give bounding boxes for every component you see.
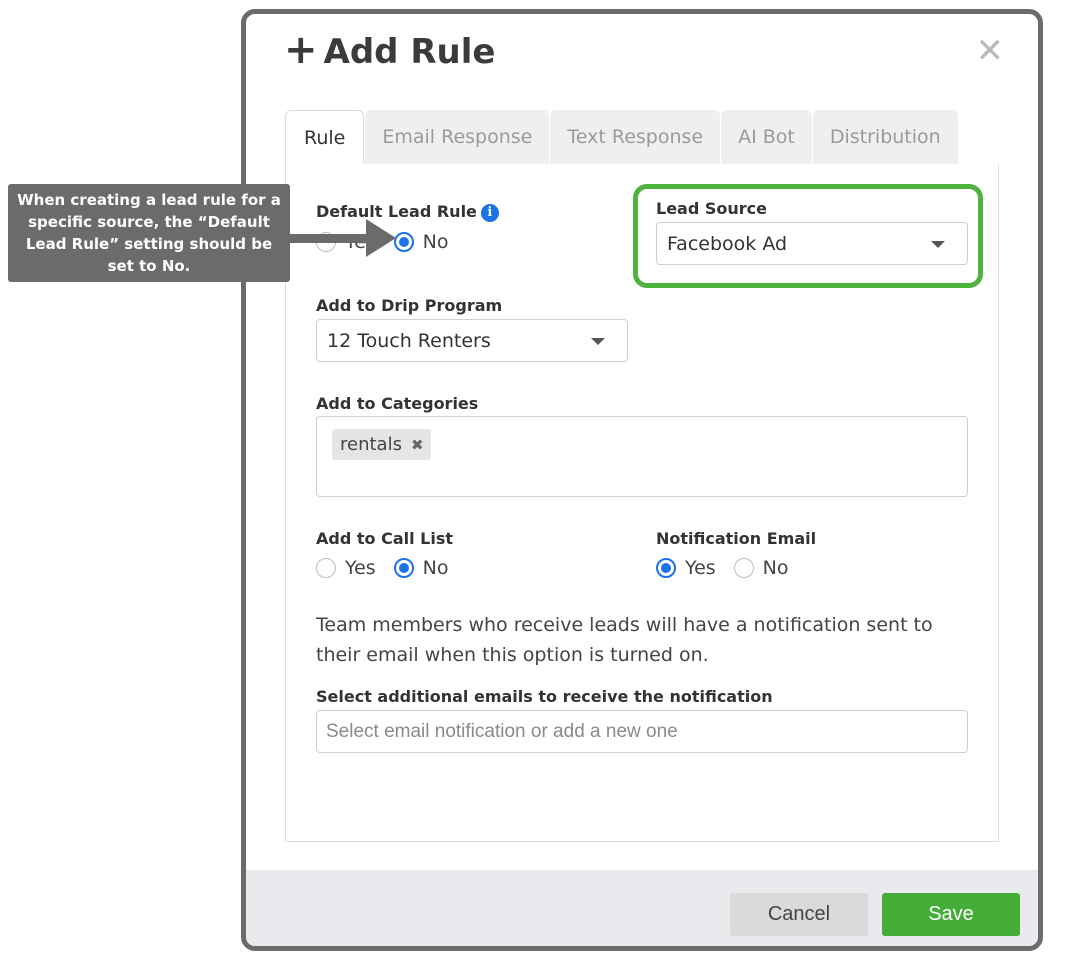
- radio-button[interactable]: [316, 558, 336, 578]
- drip-program-value: 12 Touch Renters: [327, 329, 491, 352]
- call-list-label: Add to Call List: [316, 529, 453, 548]
- info-icon[interactable]: i: [480, 204, 499, 222]
- drip-program-select[interactable]: 12 Touch Renters: [316, 319, 628, 362]
- tab-ai-bot[interactable]: AI Bot: [721, 110, 812, 164]
- modal-footer: Cancel Save: [246, 870, 1038, 946]
- tab-email-response[interactable]: Email Response: [365, 110, 550, 164]
- notification-email-no[interactable]: No: [733, 557, 789, 579]
- annotation-arrow-shaft: [290, 234, 370, 243]
- radio-label: No: [762, 557, 789, 579]
- tab-bar: Rule Email Response Text Response AI Bot…: [285, 110, 959, 164]
- category-chip-label: rentals: [340, 434, 402, 455]
- additional-emails-label: Select additional emails to receive the …: [316, 687, 773, 706]
- plus-icon: +: [284, 27, 318, 73]
- tab-text-response[interactable]: Text Response: [550, 110, 721, 164]
- notification-email-radio-group: Yes No: [656, 557, 807, 579]
- call-list-no[interactable]: No: [393, 557, 449, 579]
- default-lead-rule-label-text: Default Lead Rule: [316, 202, 477, 221]
- add-rule-modal: + Add Rule ✕ Rule Email Response Text Re…: [241, 9, 1043, 951]
- notification-description: Team members who receive leads will have…: [316, 614, 933, 666]
- lead-source-value: Facebook Ad: [667, 232, 788, 255]
- radio-label: No: [422, 557, 449, 579]
- call-list-yes[interactable]: Yes: [316, 557, 376, 579]
- category-chip: rentals ✖: [332, 429, 431, 460]
- modal-title: + Add Rule: [284, 27, 496, 73]
- close-icon[interactable]: ✕: [976, 34, 1005, 68]
- call-list-radio-group: Yes No: [316, 557, 467, 579]
- categories-label: Add to Categories: [316, 394, 479, 413]
- tab-rule[interactable]: Rule: [285, 110, 365, 164]
- arrow-right-icon: [366, 219, 396, 257]
- radio-button-selected[interactable]: [393, 232, 414, 252]
- tab-distribution[interactable]: Distribution: [812, 110, 958, 164]
- remove-chip-icon[interactable]: ✖: [411, 436, 424, 454]
- lead-source-select[interactable]: Facebook Ad: [656, 222, 968, 265]
- radio-label: Yes: [685, 557, 716, 579]
- annotation-callout: When creating a lead rule for a specific…: [8, 184, 290, 282]
- notification-email-yes[interactable]: Yes: [656, 557, 716, 579]
- radio-label: Yes: [345, 557, 376, 579]
- radio-label: No: [422, 231, 449, 253]
- drip-program-label: Add to Drip Program: [316, 296, 503, 315]
- modal-title-text: Add Rule: [323, 32, 496, 72]
- categories-input[interactable]: rentals ✖: [316, 416, 968, 497]
- radio-button-selected[interactable]: [656, 558, 676, 578]
- notification-email-label: Notification Email: [656, 529, 817, 548]
- radio-button-selected[interactable]: [393, 558, 414, 578]
- save-button[interactable]: Save: [882, 893, 1020, 936]
- default-lead-rule-no[interactable]: No: [393, 231, 449, 253]
- cancel-button[interactable]: Cancel: [730, 893, 868, 936]
- default-lead-rule-label: Default Lead Rule i: [316, 202, 499, 222]
- annotation-callout-text: When creating a lead rule for a specific…: [17, 191, 281, 275]
- caret-down-icon: [591, 337, 605, 345]
- additional-emails-input[interactable]: [316, 710, 968, 753]
- radio-button[interactable]: [733, 558, 754, 578]
- caret-down-icon: [931, 240, 945, 248]
- lead-source-label: Lead Source: [656, 199, 767, 218]
